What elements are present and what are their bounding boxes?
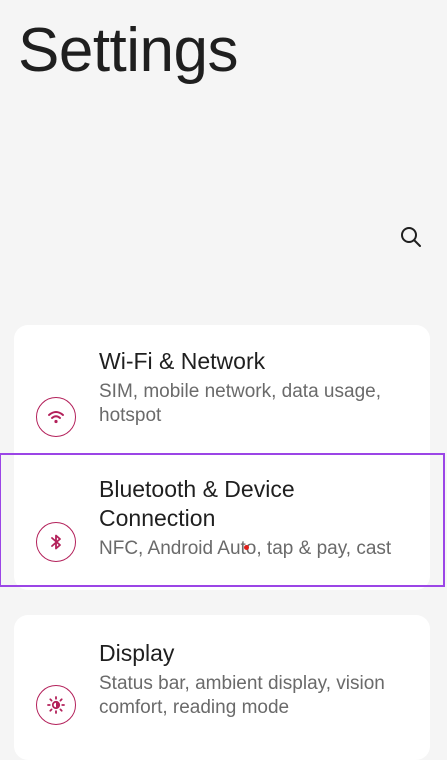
settings-item-title: Bluetooth & Device Connection [99,476,295,531]
settings-item-title: Wi-Fi & Network [99,348,266,374]
settings-item-subtitle: Status bar, ambient display, vision comf… [99,673,385,718]
settings-item-bluetooth-device-connection[interactable]: Bluetooth & Device Connection NFC, Andro… [14,475,430,590]
settings-item-subtitle: NFC, Android Auto, tap & pay, cast [99,538,392,559]
settings-card-display: Display Status bar, ambient display, vis… [14,615,430,760]
brightness-icon [36,685,76,725]
bluetooth-icon [36,522,76,562]
wifi-icon [36,397,76,437]
touch-indicator-dot [244,545,249,550]
settings-item-subtitle: SIM, mobile network, data usage, hotspot [99,381,381,426]
settings-item-title: Display [99,640,175,666]
page-title: Settings [18,16,239,85]
settings-card-connectivity: Wi-Fi & Network SIM, mobile network, dat… [14,325,430,590]
search-icon [399,225,423,254]
settings-item-display[interactable]: Display Status bar, ambient display, vis… [14,639,430,749]
search-button[interactable] [395,223,427,255]
settings-item-wifi-network[interactable]: Wi-Fi & Network SIM, mobile network, dat… [14,347,430,467]
